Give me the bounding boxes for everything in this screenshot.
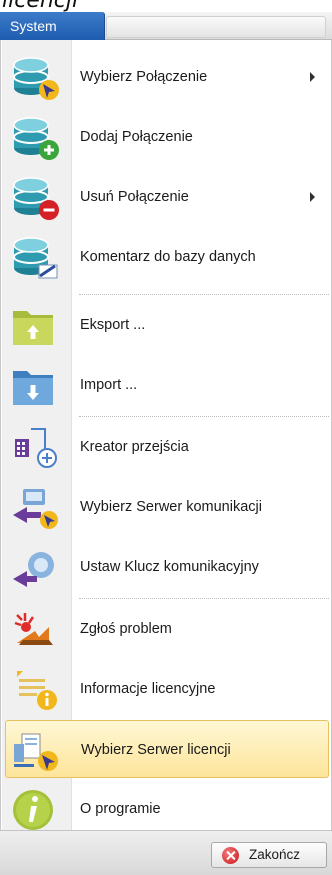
communication-server-icon xyxy=(9,485,61,531)
menu-item-remove-connection[interactable]: Usuń Połączenie xyxy=(5,168,329,226)
menu-item-communication-key[interactable]: Ustaw Klucz komunikacyjny xyxy=(5,538,329,596)
communication-key-icon xyxy=(9,545,61,591)
menu-item-label: Wybierz Serwer licencji xyxy=(81,742,231,758)
menu-item-communication-server[interactable]: Wybierz Serwer komunikacji xyxy=(5,478,329,536)
menu-item-label: Usuń Połączenie xyxy=(80,189,189,205)
menu-item-report-problem[interactable]: Zgłoś problem xyxy=(5,600,329,658)
exit-button[interactable]: Zakończ xyxy=(211,842,327,868)
migration-wizard-icon xyxy=(9,425,61,471)
menu-item-label: Ustaw Klucz komunikacyjny xyxy=(80,559,259,575)
license-info-icon xyxy=(9,667,61,713)
report-problem-icon xyxy=(9,607,61,653)
menu-item-label: Wybierz Połączenie xyxy=(80,69,208,85)
menu-item-import[interactable]: Import ... xyxy=(5,356,329,414)
database-remove-icon xyxy=(9,175,61,221)
menu-item-database-comment[interactable]: Komentarz do bazy danych xyxy=(5,228,329,286)
menu-item-select-connection[interactable]: Wybierz Połączenie xyxy=(5,48,329,106)
database-comment-icon xyxy=(9,235,61,281)
about-info-icon xyxy=(9,787,61,833)
close-icon xyxy=(222,847,239,864)
menu-item-label: Import ... xyxy=(80,377,138,393)
menu-item-license-info[interactable]: Informacje licencyjne xyxy=(5,660,329,718)
folder-export-icon xyxy=(9,303,61,349)
system-menu: Wybierz Połączenie Dodaj Połączenie Usuń… xyxy=(0,40,332,830)
ribbon-strip xyxy=(106,16,326,38)
folder-import-icon xyxy=(9,363,61,409)
menu-item-license-server[interactable]: Wybierz Serwer licencji xyxy=(5,720,329,778)
menu-item-migration-wizard[interactable]: Kreator przejścia xyxy=(5,418,329,476)
license-server-icon xyxy=(10,728,62,774)
menu-item-label: Eksport ... xyxy=(80,317,146,333)
submenu-arrow-icon xyxy=(310,72,315,82)
database-select-icon xyxy=(9,55,61,101)
menu-item-export[interactable]: Eksport ... xyxy=(5,296,329,354)
database-add-icon xyxy=(9,115,61,161)
menu-item-label: Informacje licencyjne xyxy=(80,681,216,697)
menu-item-label: Wybierz Serwer komunikacji xyxy=(80,499,262,515)
menu-footer: Zakończ xyxy=(0,830,332,875)
menu-separator xyxy=(79,416,329,417)
menu-item-label: Kreator przejścia xyxy=(80,439,189,455)
menu-item-label: Dodaj Połączenie xyxy=(80,129,193,145)
menu-item-add-connection[interactable]: Dodaj Połączenie xyxy=(5,108,329,166)
submenu-arrow-icon xyxy=(310,192,315,202)
menu-item-label: Komentarz do bazy danych xyxy=(80,249,256,265)
menu-separator xyxy=(79,598,329,599)
menu-separator xyxy=(79,294,329,295)
ribbon-tabbar: System xyxy=(0,12,332,40)
menu-item-label: Zgłoś problem xyxy=(80,621,172,637)
window-title-fragment: licencji xyxy=(0,0,332,12)
exit-button-label: Zakończ xyxy=(249,847,301,862)
tab-system[interactable]: System xyxy=(0,12,105,40)
